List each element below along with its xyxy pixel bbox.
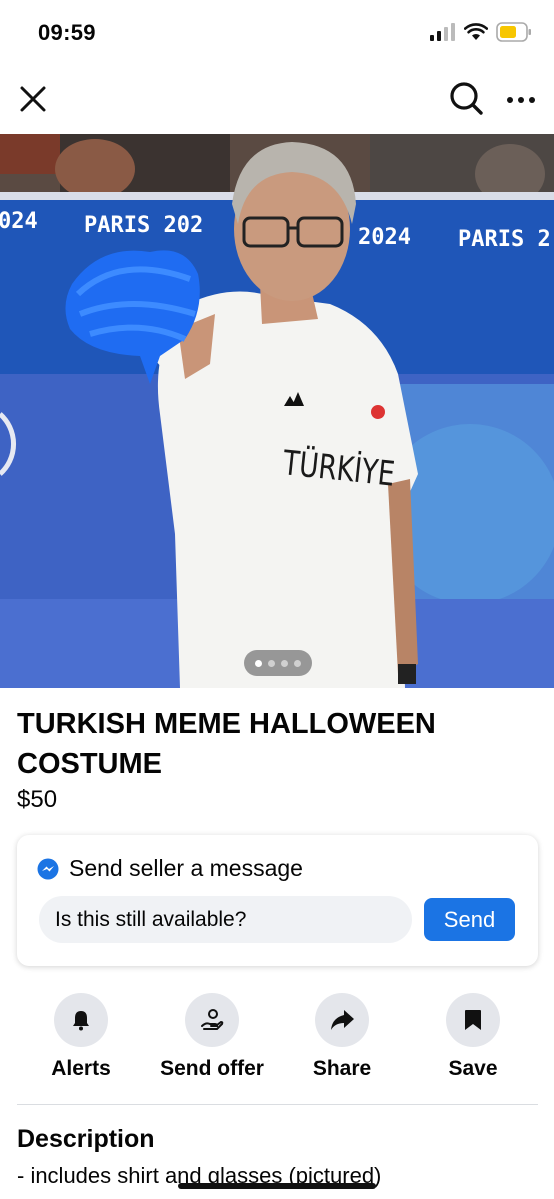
message-seller-label: Send seller a message xyxy=(69,855,303,881)
send-offer-button[interactable]: Send offer xyxy=(142,993,282,1081)
carousel-indicator[interactable] xyxy=(244,650,312,676)
listing-photo-image: 024 PARIS 202 2024 PARIS 2 TÜRKİYE xyxy=(0,134,554,688)
save-button[interactable]: Save xyxy=(403,993,543,1081)
banner-text-1: 024 xyxy=(0,209,38,234)
bookmark-icon xyxy=(465,1010,481,1030)
cellular-signal-icon xyxy=(430,23,455,41)
listing-price: $50 xyxy=(17,786,58,813)
message-seller-header: Send seller a message xyxy=(37,855,303,882)
message-input[interactable] xyxy=(39,896,412,943)
share-label: Share xyxy=(312,1057,372,1080)
status-icons xyxy=(430,22,532,42)
search-button[interactable] xyxy=(448,80,484,116)
share-button[interactable]: Share xyxy=(272,993,412,1081)
message-seller-card: Send seller a message Send xyxy=(17,835,538,966)
nav-bar xyxy=(0,64,554,134)
more-icon xyxy=(507,97,535,103)
alerts-label: Alerts xyxy=(51,1057,111,1080)
alerts-icon-circle xyxy=(54,993,108,1047)
description-heading: Description xyxy=(17,1125,155,1153)
banner-text-3: 2024 xyxy=(358,225,411,250)
carousel-dot-active xyxy=(255,659,262,667)
divider xyxy=(17,1104,538,1105)
share-icon xyxy=(331,1010,354,1030)
battery-icon xyxy=(496,22,531,42)
alerts-button[interactable]: Alerts xyxy=(11,993,151,1081)
banner-text-4: PARIS 2 xyxy=(458,227,551,252)
banner-text-2: PARIS 202 xyxy=(84,213,203,238)
bell-icon xyxy=(73,1011,89,1031)
share-icon-circle xyxy=(315,993,369,1047)
send-offer-label: Send offer xyxy=(160,1057,264,1080)
send-button[interactable]: Send xyxy=(424,898,515,941)
listing-photo[interactable]: 024 PARIS 202 2024 PARIS 2 TÜRKİYE xyxy=(0,134,554,688)
more-button[interactable] xyxy=(502,82,540,116)
home-indicator[interactable] xyxy=(178,1183,376,1189)
listing-title: TURKISH MEME HALLOWEEN COSTUME xyxy=(17,708,436,780)
action-row: Alerts Send offer Share Save xyxy=(0,993,554,1088)
search-icon xyxy=(450,82,483,115)
send-offer-icon-circle xyxy=(185,993,239,1047)
save-label: Save xyxy=(448,1057,498,1080)
status-bar: 09:59 xyxy=(0,0,554,64)
close-icon xyxy=(20,86,46,112)
close-button[interactable] xyxy=(16,82,50,116)
messenger-icon xyxy=(37,858,59,879)
carousel-dot xyxy=(281,659,288,667)
status-time: 09:59 xyxy=(38,20,96,45)
save-icon-circle xyxy=(446,993,500,1047)
carousel-dot xyxy=(268,659,275,667)
wifi-icon xyxy=(464,23,488,40)
carousel-dot xyxy=(294,659,301,667)
offer-icon xyxy=(201,1009,224,1030)
